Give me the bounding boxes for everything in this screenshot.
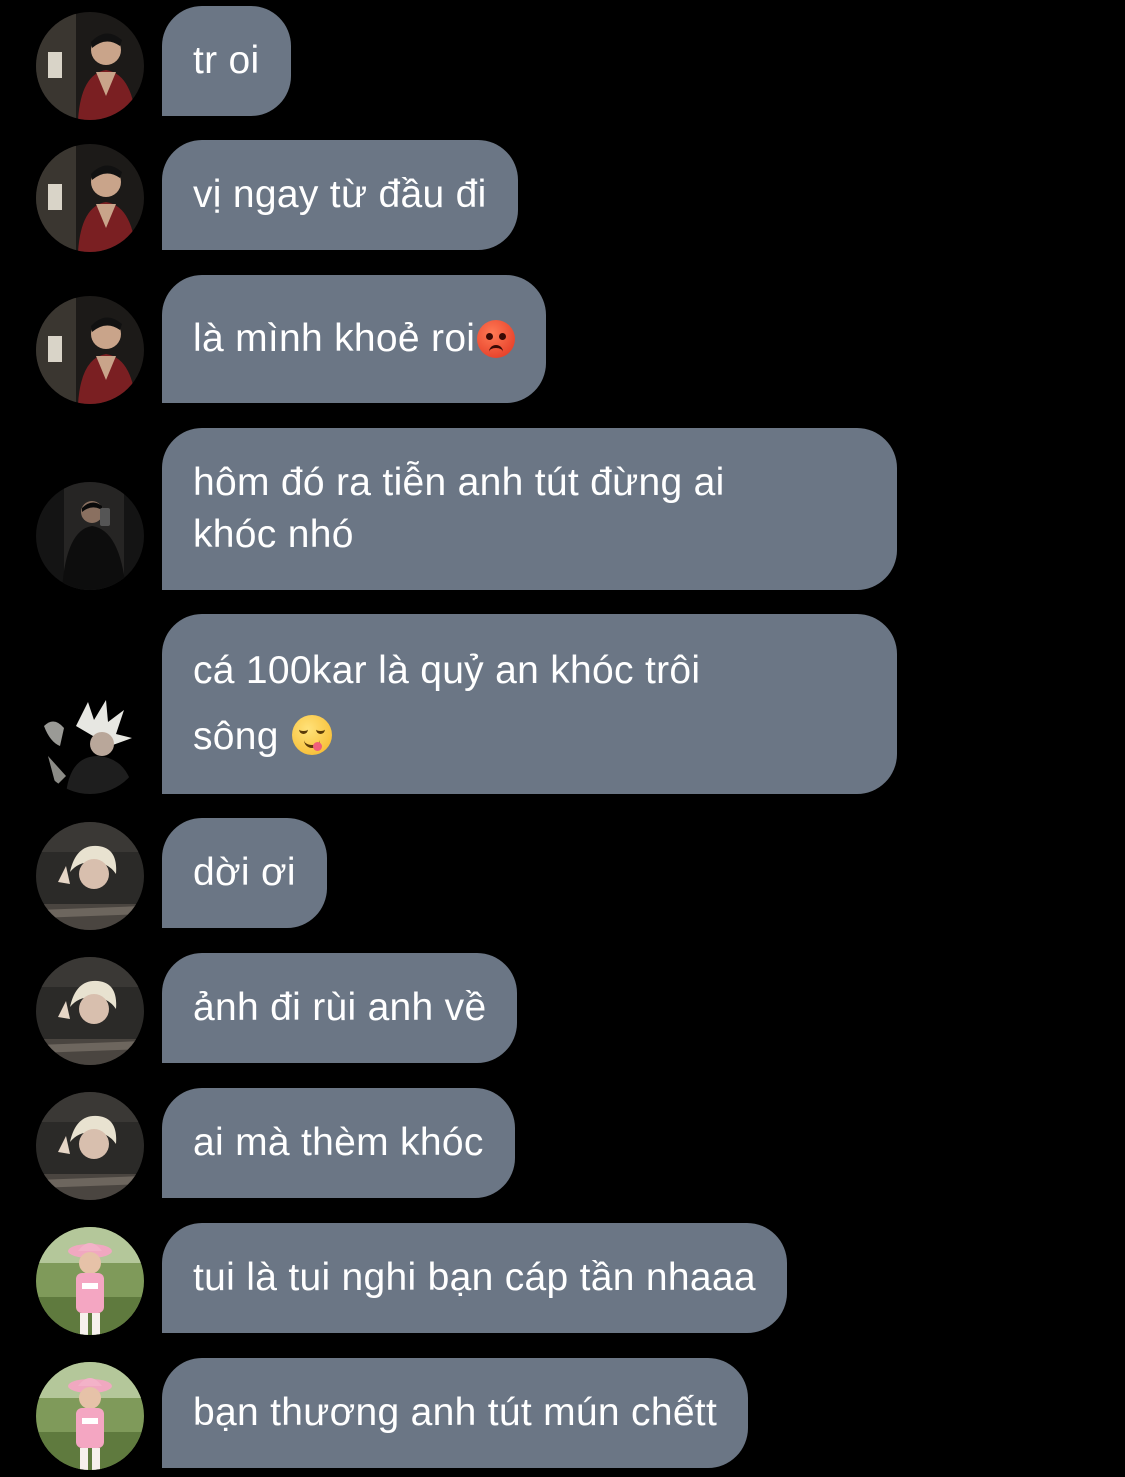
avatar-user-a-icon[interactable] <box>36 296 144 404</box>
message-bubble[interactable]: ai mà thèm khóc <box>162 1088 515 1198</box>
avatar-user-d-icon[interactable] <box>36 1092 144 1200</box>
avatar-user-e-icon[interactable] <box>36 1362 144 1470</box>
message-bubble[interactable]: hôm đó ra tiễn anh tút đừng ai khóc nhó <box>162 428 897 590</box>
message-text: ảnh đi rùi anh về <box>193 986 487 1029</box>
message-text: là mình khoẻ roi <box>193 317 476 360</box>
message-bubble[interactable]: bạn thương anh tút mún chếtt <box>162 1358 749 1468</box>
avatar-user-e-icon[interactable] <box>36 1227 144 1335</box>
avatar-user-d-icon[interactable] <box>36 957 144 1065</box>
avatar-user-d-icon[interactable] <box>36 822 144 930</box>
yum-face-emoji-icon <box>291 715 332 755</box>
message-text: tr oi <box>193 39 260 82</box>
message-bubble[interactable]: dời ơi <box>162 818 327 928</box>
message-text: bạn thương anh tút mún chếtt <box>193 1391 718 1434</box>
avatar-user-c-icon[interactable] <box>36 686 144 794</box>
message-text: cá 100kar là quỷ an khóc trôi sông <box>193 638 700 770</box>
message-text: dời ơi <box>193 851 296 894</box>
message-bubble[interactable]: là mình khoẻ roi <box>162 275 547 403</box>
avatar-user-a-icon[interactable] <box>36 144 144 252</box>
avatar-user-a-icon[interactable] <box>36 12 144 120</box>
message-bubble[interactable]: cá 100kar là quỷ an khóc trôi sông <box>162 614 897 794</box>
message-bubble[interactable]: tui là tui nghi bạn cáp tần nhaaa <box>162 1223 787 1333</box>
message-bubble[interactable]: ảnh đi rùi anh về <box>162 953 518 1063</box>
message-text: tui là tui nghi bạn cáp tần nhaaa <box>193 1256 756 1299</box>
message-text: vị ngay từ đầu đi <box>193 173 487 216</box>
message-bubble[interactable]: vị ngay từ đầu đi <box>162 140 518 250</box>
message-bubble[interactable]: tr oi <box>162 6 291 116</box>
avatar-user-b-icon[interactable] <box>36 482 144 590</box>
message-text: ai mà thèm khóc <box>193 1121 484 1164</box>
message-text-content: cá 100kar là quỷ an khóc trôi sông <box>193 649 701 758</box>
message-text: hôm đó ra tiễn anh tút đừng ai khóc nhó <box>193 461 725 556</box>
angry-face-emoji-icon <box>477 320 516 358</box>
chat-thread: tr oi vị ngay từ đầu đi là mình khoẻ roi… <box>0 0 1125 1477</box>
